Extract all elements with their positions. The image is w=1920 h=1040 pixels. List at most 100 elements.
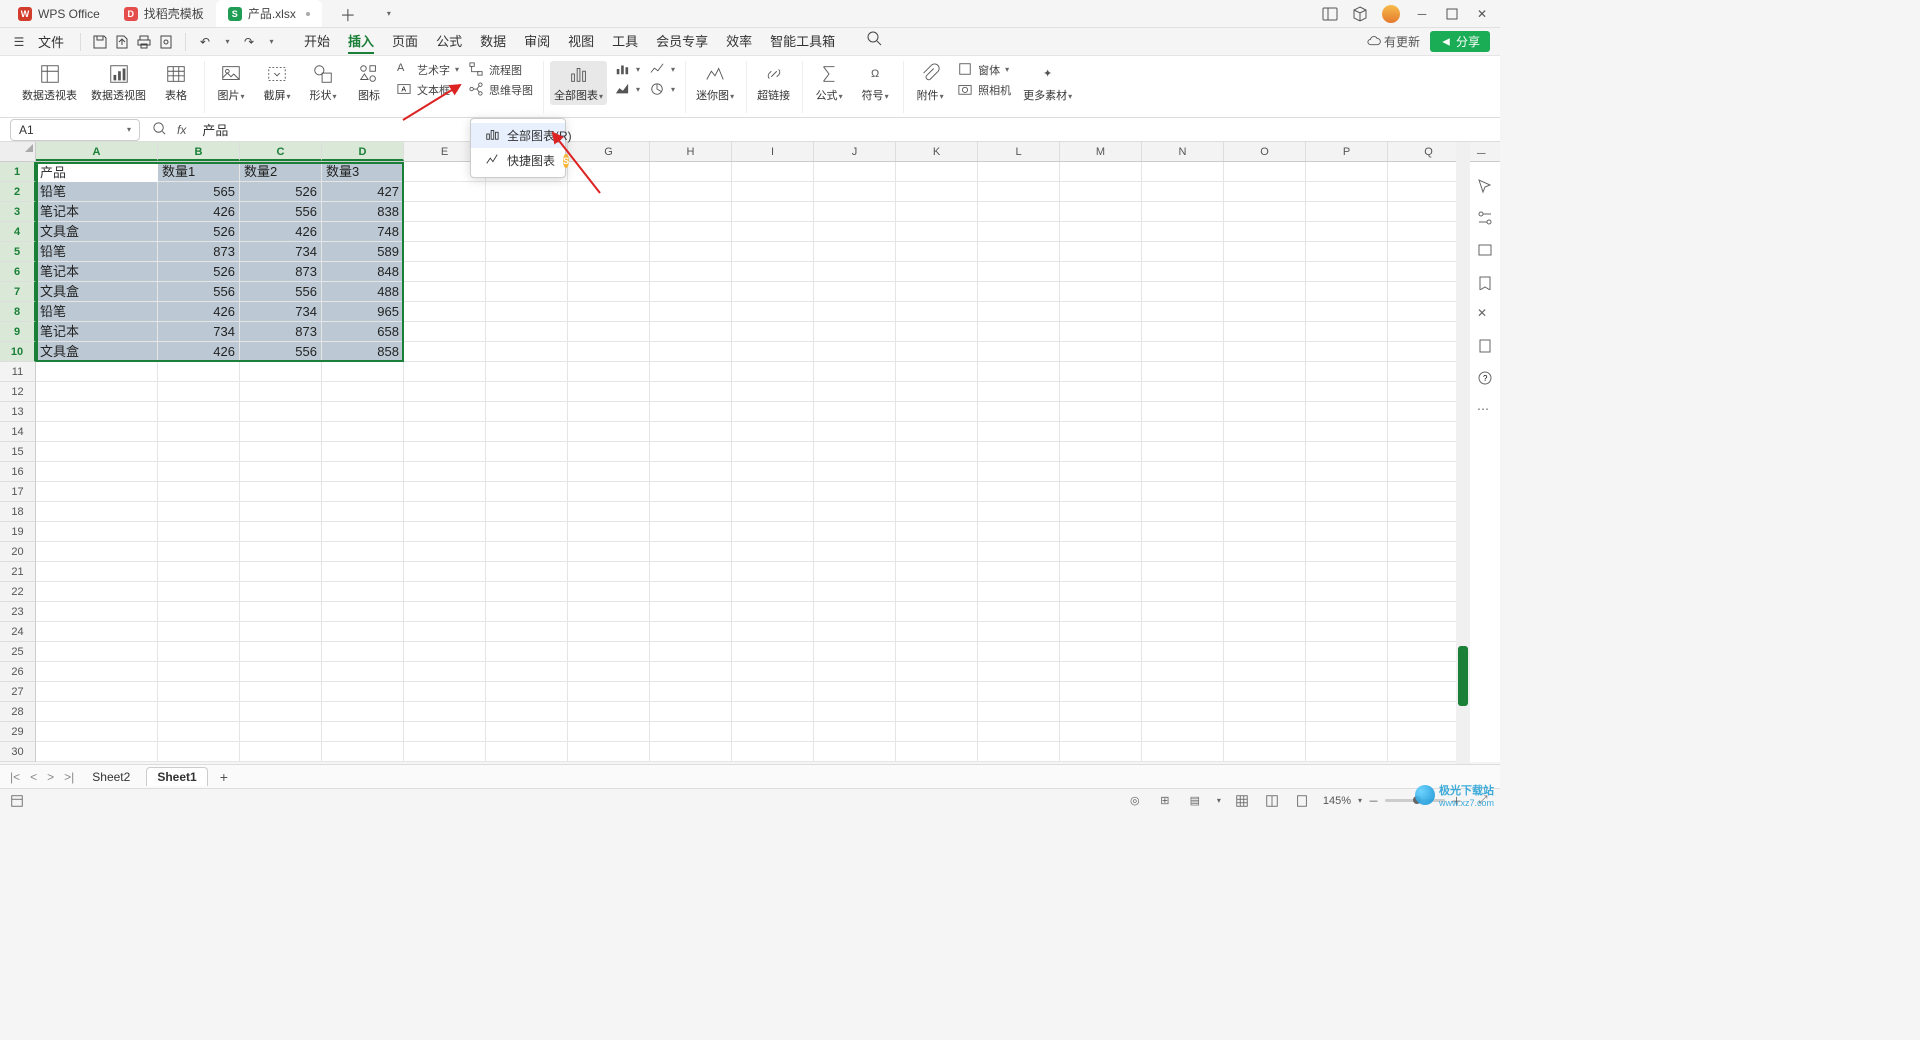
cell[interactable] xyxy=(978,702,1060,722)
cell[interactable] xyxy=(568,622,650,642)
cell[interactable] xyxy=(404,522,486,542)
cell[interactable] xyxy=(1060,302,1142,322)
cell[interactable] xyxy=(814,442,896,462)
undo-icon[interactable]: ↶ xyxy=(196,33,214,51)
cell[interactable] xyxy=(486,322,568,342)
cell[interactable] xyxy=(568,262,650,282)
cell[interactable] xyxy=(732,402,814,422)
print-preview-icon[interactable] xyxy=(157,33,175,51)
cell[interactable] xyxy=(568,322,650,342)
cell[interactable] xyxy=(240,682,322,702)
cell[interactable] xyxy=(158,702,240,722)
menu-vip[interactable]: 会员专享 xyxy=(656,29,708,54)
page-layout-view-icon[interactable] xyxy=(1263,792,1281,810)
cell[interactable] xyxy=(814,242,896,262)
cell[interactable] xyxy=(1224,482,1306,502)
cell[interactable] xyxy=(814,342,896,362)
cell[interactable] xyxy=(36,602,158,622)
cell[interactable] xyxy=(1224,502,1306,522)
cell[interactable] xyxy=(322,502,404,522)
cell[interactable] xyxy=(978,442,1060,462)
cell[interactable] xyxy=(1306,682,1388,702)
cell[interactable] xyxy=(1224,622,1306,642)
cell[interactable] xyxy=(1224,322,1306,342)
row-header[interactable]: 12 xyxy=(0,382,36,402)
cell[interactable] xyxy=(1224,182,1306,202)
cell[interactable] xyxy=(404,482,486,502)
cell[interactable] xyxy=(1224,722,1306,742)
cell[interactable] xyxy=(814,202,896,222)
cell[interactable] xyxy=(732,302,814,322)
cell[interactable] xyxy=(1306,422,1388,442)
symbol-button[interactable]: Ω符号▾ xyxy=(855,61,895,105)
cell[interactable] xyxy=(650,382,732,402)
cell[interactable] xyxy=(36,562,158,582)
cell[interactable]: 556 xyxy=(240,342,322,362)
cell[interactable] xyxy=(158,682,240,702)
shapes-button[interactable]: 形状▾ xyxy=(303,61,343,105)
cell[interactable]: 笔记本 xyxy=(36,322,158,342)
cell[interactable] xyxy=(814,562,896,582)
cell[interactable] xyxy=(568,522,650,542)
cell[interactable]: 数量1 xyxy=(158,162,240,182)
layers-icon[interactable] xyxy=(1477,242,1495,260)
cell[interactable]: 556 xyxy=(240,202,322,222)
cell[interactable]: 556 xyxy=(240,282,322,302)
cell[interactable] xyxy=(486,262,568,282)
cell[interactable] xyxy=(404,422,486,442)
cell[interactable] xyxy=(732,462,814,482)
select-icon[interactable] xyxy=(1477,178,1495,196)
cell[interactable] xyxy=(568,302,650,322)
cell[interactable] xyxy=(486,342,568,362)
cell[interactable] xyxy=(1060,682,1142,702)
cell[interactable] xyxy=(814,702,896,722)
cell[interactable] xyxy=(978,382,1060,402)
wordart-button[interactable]: A艺术字▾ xyxy=(395,61,461,79)
cell[interactable] xyxy=(1306,162,1388,182)
cell[interactable] xyxy=(1060,222,1142,242)
cell[interactable] xyxy=(404,642,486,662)
more-icon[interactable]: ⋯ xyxy=(1477,402,1495,420)
cell[interactable] xyxy=(732,622,814,642)
cell[interactable] xyxy=(896,442,978,462)
row-header[interactable]: 30 xyxy=(0,742,36,762)
picture-button[interactable]: 图片▾ xyxy=(211,61,251,105)
cell[interactable] xyxy=(732,702,814,722)
cell[interactable] xyxy=(1306,202,1388,222)
area-chart-button[interactable]: ▾ xyxy=(613,81,642,99)
share-button[interactable]: 分享 xyxy=(1430,31,1490,52)
cell[interactable] xyxy=(814,262,896,282)
name-box[interactable]: A1 ▾ xyxy=(10,119,140,141)
cell[interactable] xyxy=(978,662,1060,682)
cell[interactable] xyxy=(36,462,158,482)
cell[interactable] xyxy=(404,662,486,682)
cell[interactable] xyxy=(732,162,814,182)
cell[interactable] xyxy=(404,442,486,462)
cell[interactable]: 858 xyxy=(322,342,404,362)
cell[interactable] xyxy=(814,382,896,402)
cell[interactable] xyxy=(1142,662,1224,682)
cell[interactable] xyxy=(322,622,404,642)
split-icon[interactable]: ▤ xyxy=(1186,792,1204,810)
cell[interactable] xyxy=(404,242,486,262)
cell[interactable] xyxy=(1142,502,1224,522)
cell[interactable] xyxy=(1306,602,1388,622)
cell[interactable] xyxy=(978,402,1060,422)
zoom-namebox-icon[interactable] xyxy=(152,121,167,139)
cell[interactable] xyxy=(240,502,322,522)
cell[interactable] xyxy=(650,362,732,382)
cell[interactable] xyxy=(404,582,486,602)
row-header[interactable]: 10 xyxy=(0,342,36,362)
cell[interactable] xyxy=(404,502,486,522)
row-header[interactable]: 16 xyxy=(0,462,36,482)
cell[interactable] xyxy=(896,202,978,222)
cell[interactable] xyxy=(732,222,814,242)
cell[interactable] xyxy=(158,622,240,642)
new-tab-button[interactable]: ＋ xyxy=(322,0,374,27)
cell[interactable] xyxy=(1142,202,1224,222)
cell[interactable] xyxy=(322,702,404,722)
backup-icon[interactable] xyxy=(1477,274,1495,292)
row-header[interactable]: 6 xyxy=(0,262,36,282)
menu-view[interactable]: 视图 xyxy=(568,29,594,54)
cell[interactable] xyxy=(322,482,404,502)
